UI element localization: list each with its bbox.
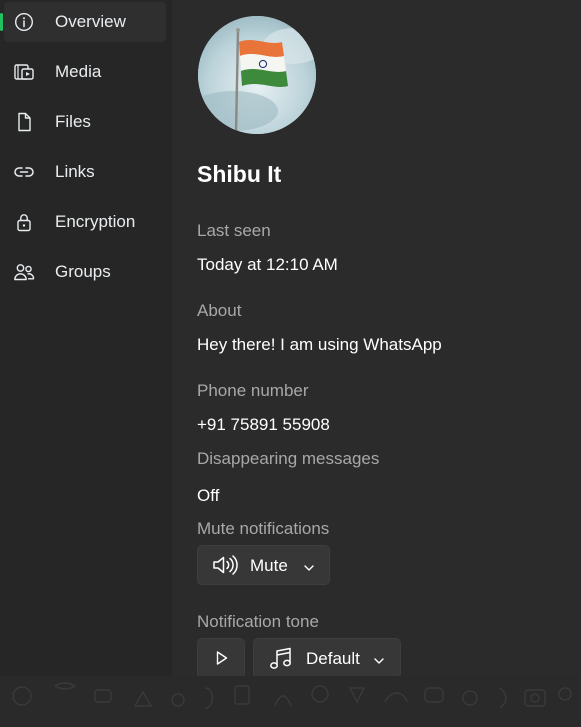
sidebar-nav: Overview Media Files Links Encryption Gr… [0, 0, 172, 676]
link-icon [13, 162, 35, 182]
nav-label-groups: Groups [55, 262, 111, 281]
nav-label-encryption: Encryption [55, 212, 136, 231]
nav-item-groups[interactable]: Groups [4, 252, 166, 292]
about-label: About [197, 301, 242, 320]
active-indicator [0, 13, 3, 31]
nav-label-files: Files [55, 112, 91, 131]
disappearing-messages-value: Off [197, 486, 220, 505]
play-tone-button[interactable] [197, 638, 245, 678]
contact-name: Shibu It [197, 161, 282, 187]
media-icon [13, 62, 35, 82]
phone-value: +91 75891 55908 [197, 415, 330, 434]
tone-button-label: Default [306, 649, 360, 668]
nav-item-media[interactable]: Media [4, 52, 166, 92]
nav-item-encryption[interactable]: Encryption [4, 202, 166, 242]
chat-wallpaper-pattern [0, 676, 581, 727]
last-seen-label: Last seen [197, 221, 271, 240]
avatar[interactable] [198, 16, 316, 134]
music-note-icon [268, 647, 294, 671]
info-icon [13, 12, 35, 32]
chevron-down-icon [303, 560, 315, 578]
nav-label-links: Links [55, 162, 95, 181]
contact-info-panel: Shibu It Last seen Today at 12:10 AM Abo… [172, 0, 581, 678]
about-value: Hey there! I am using WhatsApp [197, 335, 442, 354]
notification-tone-label: Notification tone [197, 612, 319, 631]
nav-item-links[interactable]: Links [4, 152, 166, 192]
nav-label-overview: Overview [55, 12, 126, 31]
phone-label: Phone number [197, 381, 309, 400]
tone-dropdown-button[interactable]: Default [253, 638, 401, 678]
speaker-icon [211, 554, 239, 576]
disappearing-messages-label: Disappearing messages [197, 449, 380, 468]
nav-label-media: Media [55, 62, 102, 81]
mute-button-label: Mute [250, 556, 288, 575]
lock-icon [13, 212, 35, 232]
file-icon [13, 112, 35, 132]
mute-dropdown-button[interactable]: Mute [197, 545, 330, 585]
chevron-down-icon [373, 653, 385, 671]
nav-item-files[interactable]: Files [4, 102, 166, 142]
play-icon [214, 649, 230, 667]
people-icon [13, 262, 35, 282]
last-seen-value: Today at 12:10 AM [197, 255, 338, 274]
nav-item-overview[interactable]: Overview [0, 2, 166, 42]
mute-notifications-label: Mute notifications [197, 519, 330, 538]
